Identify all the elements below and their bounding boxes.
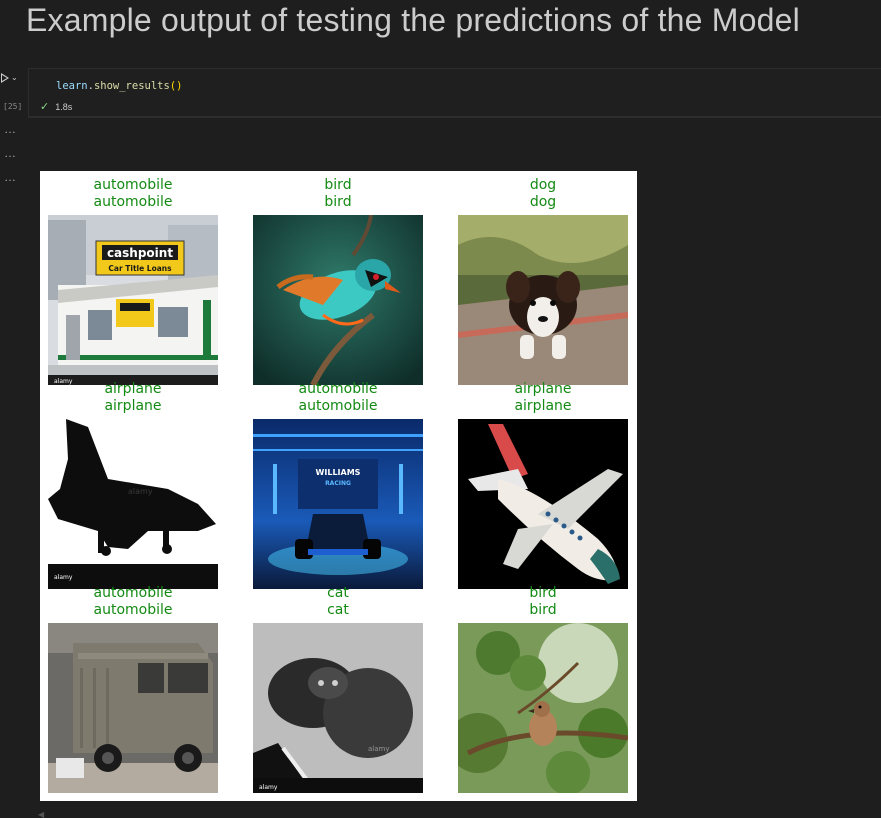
actual-label: bird (529, 585, 557, 601)
svg-text:alamy: alamy (259, 784, 278, 791)
svg-text:alamy: alamy (128, 487, 153, 496)
check-icon: ✓ (40, 101, 50, 113)
actual-label: dog (529, 177, 557, 193)
markdown-heading: Example output of testing the prediction… (26, 2, 800, 38)
predicted-label: automobile (93, 194, 173, 210)
output-collapse-marker[interactable]: … (4, 171, 18, 184)
code-parens: () (169, 80, 183, 92)
play-icon (1, 72, 9, 83)
sparrow-image (458, 623, 628, 793)
actual-label: cat (327, 585, 349, 601)
svg-text:alamy: alamy (54, 574, 73, 581)
notebook-page: Example output of testing the prediction… (0, 0, 881, 818)
predicted-label: cat (327, 602, 349, 618)
predicted-label: airplane (104, 398, 162, 414)
bird-image (253, 215, 423, 385)
predicted-label: automobile (93, 602, 173, 618)
puppy-image (458, 215, 628, 385)
predicted-label: automobile (298, 398, 378, 414)
output-collapse-marker[interactable]: … (4, 147, 18, 160)
actual-label: automobile (298, 381, 378, 397)
run-cell-button[interactable]: ⌄ (1, 70, 23, 84)
predicted-label: bird (324, 194, 352, 210)
scroll-left-icon[interactable]: ◀ (38, 810, 44, 818)
racing-car-image: WILLIAMS RACING (253, 419, 423, 589)
cartoon-airplane-image (458, 419, 628, 589)
svg-text:cashpoint: cashpoint (107, 246, 173, 260)
actual-label: bird (324, 177, 352, 193)
grayscale-cats-image: alamy alamy (253, 623, 423, 793)
results-figure: automobile automobile cashpoint Car Titl… (40, 171, 637, 801)
cashpoint-store-image: cashpoint Car Title Loans alamy (48, 215, 218, 385)
execution-count: [25] (3, 102, 23, 111)
chevron-down-icon[interactable]: ⌄ (11, 73, 18, 82)
code-cell-editor[interactable]: learn.show_results() (28, 68, 881, 117)
jet-silhouette-image: alamy alamy (48, 419, 218, 589)
svg-text:Car Title Loans: Car Title Loans (108, 264, 172, 273)
predicted-label: bird (529, 602, 557, 618)
code-line[interactable]: learn.show_results() (56, 80, 182, 92)
svg-text:WILLIAMS: WILLIAMS (316, 468, 361, 477)
actual-label: airplane (514, 381, 572, 397)
execution-status: ✓ 1.8s (40, 101, 72, 113)
code-object: learn (56, 80, 88, 92)
actual-label: airplane (104, 381, 162, 397)
actual-label: automobile (93, 177, 173, 193)
code-method: show_results (93, 80, 170, 92)
predicted-label: airplane (514, 398, 572, 414)
cell-separator (28, 117, 881, 118)
execution-duration: 1.8s (55, 102, 73, 112)
vintage-van-image (48, 623, 218, 793)
svg-text:alamy: alamy (368, 745, 390, 753)
actual-label: automobile (93, 585, 173, 601)
svg-text:RACING: RACING (325, 480, 351, 487)
predicted-label: dog (529, 194, 557, 210)
output-collapse-marker[interactable]: … (4, 123, 18, 136)
